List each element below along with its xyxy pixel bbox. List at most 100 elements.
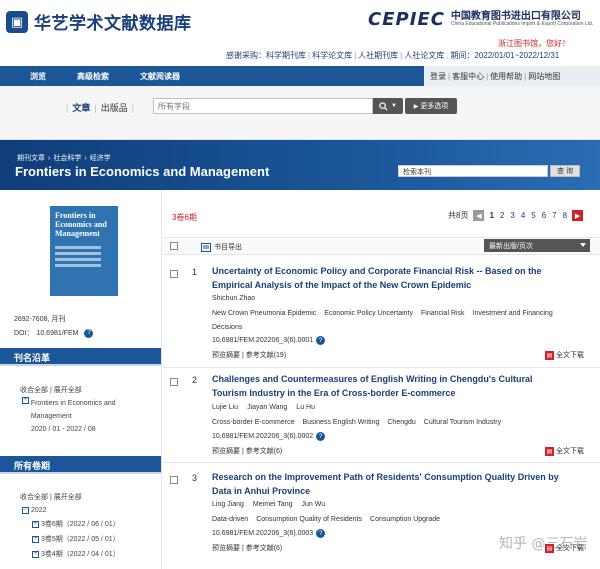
- select-all-checkbox[interactable]: [170, 242, 178, 250]
- article-authors: Shichun Zhao: [212, 295, 256, 302]
- article-doi: 10.6981/FEM.202206_3(6).0001?: [212, 336, 326, 345]
- page-2[interactable]: 2: [500, 211, 504, 220]
- issues-tree: −2022 +3卷6期（2022 / 06 / 01） +3卷5期（2022 /…: [22, 504, 120, 562]
- issue-item[interactable]: 3卷4期（2022 / 04 / 01）: [41, 551, 120, 558]
- page-7[interactable]: 7: [552, 211, 556, 220]
- page-4[interactable]: 4: [521, 211, 525, 220]
- fulltext-download-button[interactable]: ▤ 全文下载: [545, 446, 584, 456]
- article-links[interactable]: 预览摘要 | 参考文献(6): [212, 446, 282, 456]
- export-citations-button[interactable]: 书目导出: [201, 242, 242, 252]
- link-soc-journals[interactable]: 人社期刊库: [358, 51, 398, 60]
- search-input[interactable]: [153, 98, 373, 114]
- history-item[interactable]: Frontiers in Economics and Management: [31, 397, 154, 423]
- partner-brand: CEPIEC: [368, 9, 445, 30]
- article-row: 3 Research on the Improvement Path of Re…: [163, 468, 600, 569]
- welcome-text: 浙江图书馆，您好！: [498, 39, 570, 48]
- sidebar: Frontiers in Economics and Management 26…: [0, 190, 162, 569]
- watermark: 知乎 @三石岩: [499, 536, 588, 552]
- site-header: ▣ 华艺学术文献数据库 CEPIEC 中国教育图书进出口有限公司 China E…: [0, 0, 600, 66]
- more-options-button[interactable]: ▶ 更多选项: [405, 98, 457, 114]
- next-page-icon[interactable]: ▶: [572, 210, 584, 221]
- nav-browse[interactable]: 浏览: [30, 71, 46, 82]
- page-1[interactable]: 1: [489, 211, 493, 220]
- doi-help-icon[interactable]: ?: [316, 432, 326, 441]
- prev-page-icon[interactable]: ◀: [473, 210, 485, 221]
- dropdown-caret-icon: ▼: [391, 103, 397, 109]
- article-title[interactable]: Research on the Improvement Path of Resi…: [212, 470, 562, 498]
- doi-help-icon[interactable]: ?: [316, 336, 326, 345]
- site-logo[interactable]: ▣ 华艺学术文献数据库: [6, 9, 192, 34]
- book-logo-icon: ▣: [6, 10, 28, 33]
- page-6[interactable]: 6: [542, 211, 546, 220]
- article-number: 2: [192, 375, 198, 385]
- journal-cover[interactable]: Frontiers in Economics and Management: [50, 206, 118, 296]
- crumb-economics[interactable]: 经济学: [90, 155, 111, 162]
- history-toggle[interactable]: 收合全部 | 展开全部: [20, 385, 82, 395]
- link-help[interactable]: 使用帮助: [490, 71, 522, 82]
- page-8[interactable]: 8: [563, 211, 567, 220]
- article-title[interactable]: Challenges and Countermeasures of Englis…: [212, 372, 562, 400]
- page-5[interactable]: 5: [531, 211, 535, 220]
- journal-banner: 期刊文章 › 社会科学 › 经济学 Frontiers in Economics and…: [0, 140, 600, 190]
- cover-decoration: [55, 246, 113, 268]
- journal-issn: 2692-7608, 月刊: [14, 316, 66, 323]
- doi-help-icon[interactable]: ?: [316, 529, 326, 538]
- subscription-links: 感谢采购：科学期刊库 | 科学论文库 | 人社期刊库 | 人社论文库, 期间：2022/01/…: [226, 51, 560, 60]
- history-heading: 刊名沿革: [0, 348, 161, 366]
- article-number: 1: [192, 267, 198, 277]
- link-sitemap[interactable]: 网站地图: [528, 71, 560, 82]
- partner-logo[interactable]: CEPIEC 中国教育图书进出口有限公司 China Educational P…: [368, 9, 593, 30]
- tab-articles[interactable]: 文章: [72, 103, 90, 113]
- link-login[interactable]: 登录: [430, 71, 446, 82]
- pdf-icon: ▤: [545, 446, 554, 456]
- journal-title: Frontiers in Economics and Management: [15, 164, 270, 179]
- link-service[interactable]: 客服中心: [452, 71, 484, 82]
- export-list-icon: [201, 242, 211, 252]
- doi-help-icon[interactable]: ?: [84, 328, 94, 338]
- link-sci-papers[interactable]: 科学论文库: [312, 51, 352, 60]
- journal-search-button[interactable]: 查 询: [550, 165, 580, 177]
- tab-publications[interactable]: 出版品: [101, 103, 128, 113]
- search-button[interactable]: ▼: [373, 98, 403, 114]
- crumb-journals[interactable]: 期刊文章: [17, 155, 45, 162]
- current-issue-label: 3卷6期: [172, 213, 197, 222]
- article-checkbox[interactable]: [170, 378, 178, 386]
- subscription-period: 期间：2022/01/01~2022/12/31: [450, 51, 560, 60]
- expand-icon[interactable]: +: [32, 520, 39, 528]
- article-checkbox[interactable]: [170, 476, 178, 484]
- sort-select[interactable]: 最新出版/页次: [484, 239, 590, 252]
- article-links[interactable]: 预览摘要 | 参考文献(19): [212, 350, 286, 360]
- nav-reader[interactable]: 文献阅读器: [140, 71, 180, 82]
- fulltext-download-button[interactable]: ▤ 全文下载: [545, 350, 584, 360]
- link-sci-journals[interactable]: 感谢采购：科学期刊库: [226, 51, 306, 60]
- article-keywords: New Crown Pneumonia Epidemic Economic Pol…: [212, 310, 553, 331]
- search-tabs: | 文章 | 出版品 |: [66, 103, 135, 113]
- nav-advanced-search[interactable]: 高级检索: [77, 71, 109, 82]
- page-3[interactable]: 3: [510, 211, 514, 220]
- search-band: |文章|出版品| ▼ ▶更多选项: [0, 86, 600, 140]
- article-links[interactable]: 预览摘要 | 参考文献(6): [212, 543, 282, 553]
- breadcrumb: 期刊文章 › 社会科学 › 经济学: [17, 155, 111, 162]
- search-icon: [379, 101, 388, 111]
- collapse-icon[interactable]: −: [22, 506, 29, 514]
- article-authors: Lujie Liu Jiayan Wang Lu Hu: [212, 404, 315, 411]
- year-2022[interactable]: 2022: [31, 507, 47, 514]
- expand-icon[interactable]: +: [32, 535, 39, 543]
- main-nav: 浏览 高级检索 文献阅读器 登录 | 客服中心 | 使用帮助 | 网站地图: [0, 66, 600, 86]
- issue-item[interactable]: 3卷6期（2022 / 06 / 01）: [41, 521, 120, 528]
- article-title[interactable]: Uncertainty of Economic Policy and Corpo…: [212, 264, 562, 292]
- journal-search-input[interactable]: 检索本刊: [398, 165, 548, 177]
- article-checkbox[interactable]: [170, 270, 178, 278]
- issues-toggle[interactable]: 收合全部 | 展开全部: [20, 492, 82, 502]
- article-number: 3: [192, 473, 198, 483]
- crumb-social-sci[interactable]: 社会科学: [53, 155, 81, 162]
- nav-utility-links: 登录 | 客服中心 | 使用帮助 | 网站地图: [424, 66, 600, 86]
- site-name: 华艺学术文献数据库: [34, 14, 192, 34]
- play-icon: ▶: [413, 103, 419, 110]
- link-soc-papers[interactable]: 人社论文库: [404, 51, 444, 60]
- article-doi: 10.6981/FEM.202206_3(6).0003?: [212, 529, 326, 538]
- expand-icon[interactable]: +: [32, 550, 39, 558]
- expand-icon[interactable]: +: [22, 397, 29, 404]
- chevron-down-icon: [580, 243, 586, 247]
- issue-item[interactable]: 3卷5期（2022 / 05 / 01）: [41, 536, 120, 543]
